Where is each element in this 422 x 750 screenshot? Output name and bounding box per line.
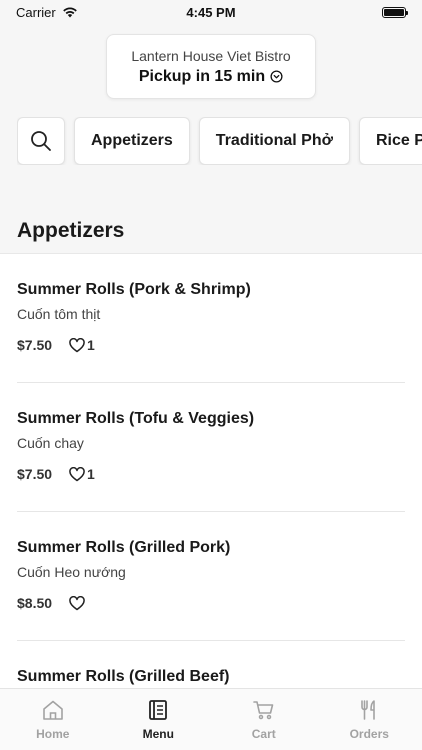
search-icon [31,131,51,151]
category-chip-appetizers[interactable]: Appetizers [74,117,190,165]
item-description: Cuốn chay [17,435,84,451]
like-button[interactable] [69,595,87,611]
like-button[interactable]: 1 [69,337,95,353]
like-count: 1 [87,337,95,353]
pickup-label: Pickup in 15 min [138,67,266,85]
tab-label: Home [36,727,70,741]
chevron-down-circle-icon [270,70,283,83]
status-bar: Carrier 4:45 PM [0,0,422,24]
wifi-icon [62,7,77,18]
battery-icon [382,6,408,18]
menu-item[interactable]: Summer Rolls (Pork & Shrimp) Cuốn tôm th… [0,254,422,383]
tab-label: Orders [349,727,389,741]
tab-label: Cart [251,727,276,741]
category-chip-traditional-pho[interactable]: Traditional Phở [198,117,350,165]
restaurant-name: Lantern House Viet Bistro [131,47,291,64]
pickup-row: Pickup in 15 min [139,68,283,86]
heart-icon [69,337,85,352]
item-description: Cuốn Heo nướng [17,564,126,580]
item-meta: $7.50 1 [17,466,405,482]
cart-icon [252,701,274,720]
item-meta: $8.50 [17,595,405,611]
section-title: Appetizers [17,219,125,242]
menu-item[interactable]: Summer Rolls (Tofu & Veggies) Cuốn chay … [0,383,422,512]
category-chips: Appetizers Traditional Phở Rice Plates [17,117,422,165]
item-price: $7.50 [17,337,53,353]
item-name: Summer Rolls (Grilled Pork) [17,539,231,556]
category-chip-rice-plates[interactable]: Rice Plates [358,117,422,165]
tab-label: Menu [142,727,174,741]
battery-fill [384,8,404,16]
like-button[interactable]: 1 [69,466,95,482]
menu-item[interactable]: Summer Rolls (Grilled Pork) Cuốn Heo nướ… [0,512,422,641]
orders-icon [361,700,376,720]
home-icon [42,700,63,720]
tab-cart[interactable]: Cart [211,689,317,750]
item-description: Cuốn tôm thịt [17,306,101,322]
item-name: Summer Rolls (Tofu & Veggies) [17,410,255,427]
menu-icon [149,700,168,720]
carrier-label: Carrier [16,4,56,20]
status-left: Carrier [16,5,78,20]
tab-menu[interactable]: Menu [106,689,212,750]
item-meta: $7.50 1 [17,337,405,353]
search-button[interactable] [17,117,65,165]
menu-list: Summer Rolls (Pork & Shrimp) Cuốn tôm th… [0,253,422,688]
tab-orders[interactable]: Orders [317,689,422,750]
heart-icon [69,595,85,610]
item-name: Summer Rolls (Grilled Beef) [17,668,230,685]
pickup-selector[interactable]: Lantern House Viet Bistro Pickup in 15 m… [106,34,316,99]
item-price: $8.50 [17,595,53,611]
item-name: Summer Rolls (Pork & Shrimp) [17,281,251,298]
heart-icon [69,466,85,481]
like-count: 1 [87,466,95,482]
item-price: $7.50 [17,466,53,482]
tab-bar: Home Menu Cart Orders [0,688,422,750]
tab-home[interactable]: Home [0,689,106,750]
menu-item[interactable]: Summer Rolls (Grilled Beef) [0,641,422,688]
